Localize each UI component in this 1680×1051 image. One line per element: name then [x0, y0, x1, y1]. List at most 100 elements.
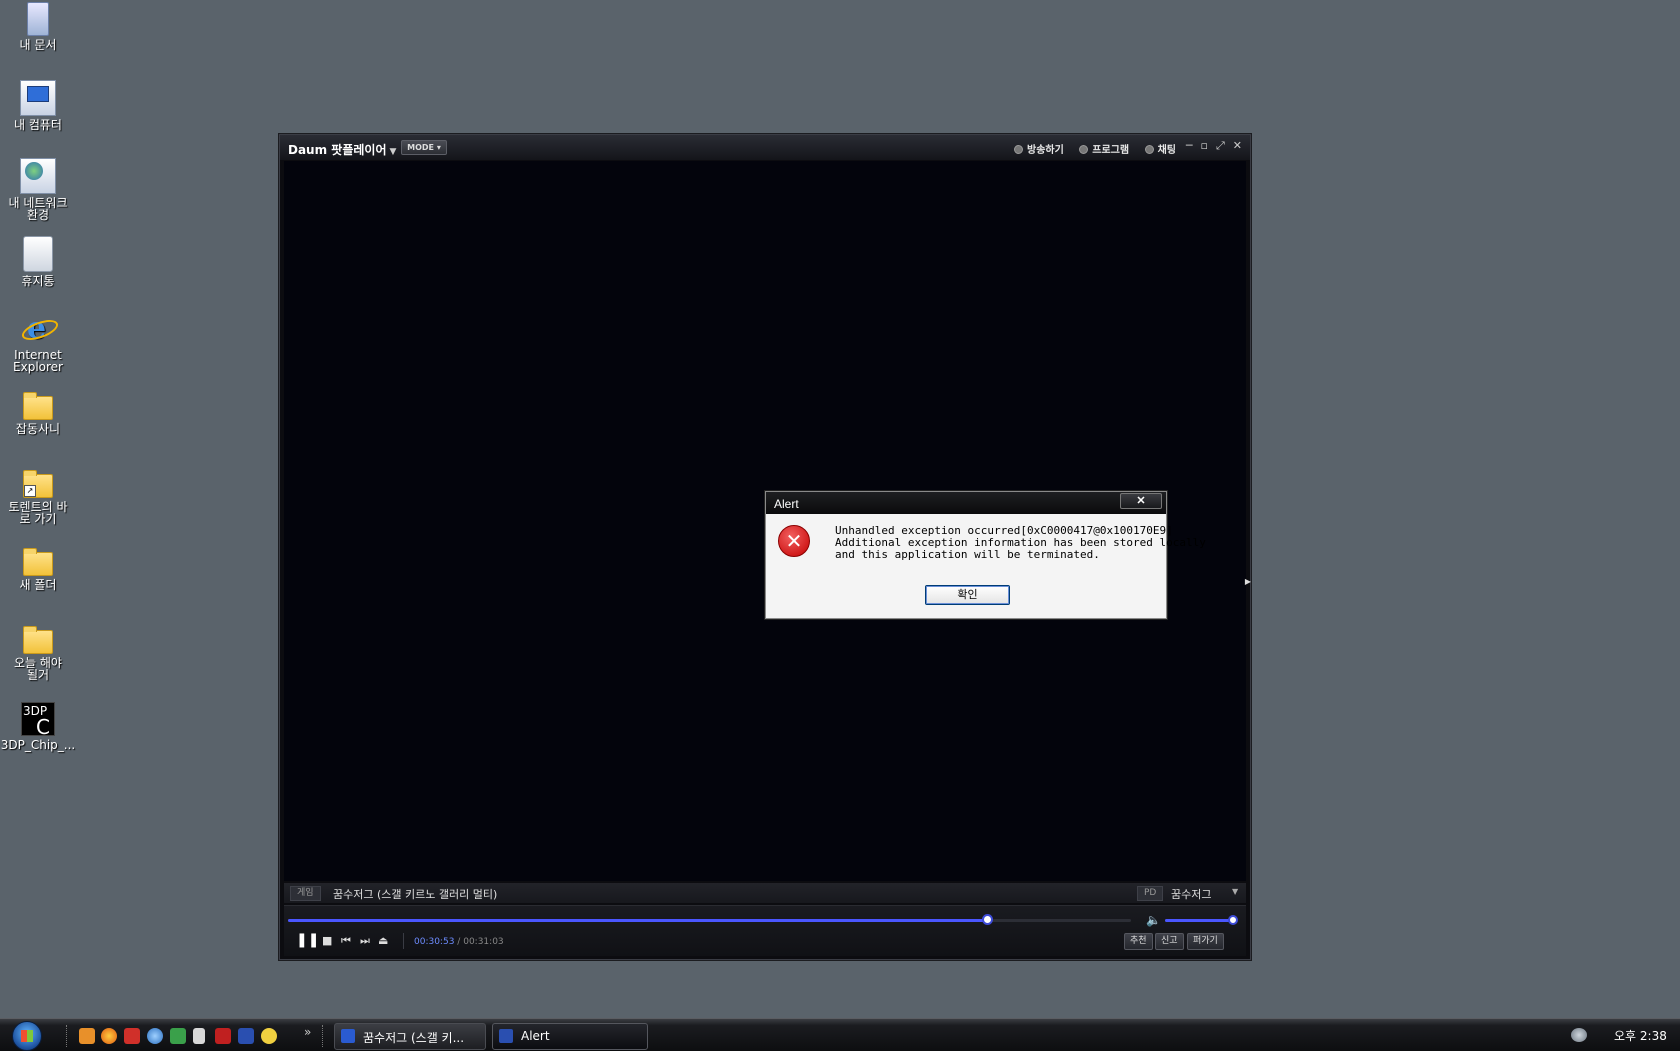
time-separator: /: [457, 937, 461, 947]
desktop-icon-folder-misc[interactable]: 잡동사니: [0, 390, 76, 435]
desktop-icon-label: 내 문서: [19, 38, 57, 52]
report-button[interactable]: 신고: [1155, 933, 1184, 950]
chevron-down-icon: ▾: [436, 143, 441, 152]
tray-icon[interactable]: [1571, 1028, 1587, 1042]
top-links: 방송하기 프로그램 채팅: [1002, 141, 1176, 156]
volume-slider[interactable]: [1165, 915, 1239, 925]
internet-explorer-icon[interactable]: [147, 1028, 163, 1044]
desktop-icon-my-documents[interactable]: 내 문서: [0, 2, 76, 51]
pd-name: 꿈수저그: [1171, 888, 1212, 901]
quicklaunch-app-icon[interactable]: [193, 1028, 205, 1044]
desktop-icon-todo-folder[interactable]: 오늘 해야 될거: [0, 624, 76, 681]
taskbar: » 꿈수저그 (스갤 키... Alert 오후 2:38: [0, 1018, 1680, 1051]
quicklaunch-app-icon[interactable]: [124, 1028, 140, 1044]
playback-controls: 🔈 ❚❚ ■ ⏮ ⏭ ⏏ 00:30:53 / 00:31:03 추천 신고 퍼…: [284, 905, 1246, 956]
error-icon: ✕: [778, 525, 810, 557]
side-panel-arrow-icon[interactable]: ▶: [1245, 577, 1251, 586]
recycle-bin-icon: [23, 236, 53, 272]
next-icon[interactable]: ⏭: [360, 934, 370, 948]
pot-player-icon: [341, 1029, 355, 1043]
desktop-icon-new-folder[interactable]: 새 폴더: [0, 546, 76, 591]
program-label: 프로그램: [1092, 145, 1130, 156]
chat-label: 채팅: [1157, 145, 1176, 156]
3dp-chip-icon: 3DP C: [21, 702, 55, 739]
clock[interactable]: 오후 2:38: [1614, 1027, 1667, 1044]
chat-link[interactable]: 채팅: [1144, 145, 1176, 156]
minimize-icon[interactable]: ─: [1186, 139, 1193, 152]
windows-logo-icon: [21, 1030, 33, 1042]
desktop-icon-label: 잡동사니: [15, 422, 61, 436]
alert-titlebar[interactable]: Alert ✕: [766, 492, 1166, 514]
ok-button[interactable]: 확인: [925, 585, 1010, 605]
stream-title: 꿈수저그 (스갤 키르노 갤러리 멀티): [333, 888, 498, 901]
stop-icon[interactable]: ■: [322, 934, 332, 947]
maximize-icon[interactable]: ▫: [1201, 139, 1208, 152]
quicklaunch-app-icon[interactable]: [215, 1028, 231, 1044]
time-display: 00:30:53 / 00:31:03: [414, 937, 504, 947]
previous-icon[interactable]: ⏮: [341, 934, 351, 948]
fullscreen-icon[interactable]: ⤢: [1216, 139, 1225, 152]
volume-handle[interactable]: [1228, 915, 1239, 925]
messenger-icon[interactable]: [261, 1028, 277, 1044]
close-icon[interactable]: ✕: [1233, 139, 1242, 152]
mode-button[interactable]: MODE ▾: [401, 140, 447, 155]
taskbar-grip[interactable]: [322, 1025, 326, 1047]
quicklaunch-more-icon[interactable]: »: [304, 1025, 311, 1039]
stream-info-bar: 게임 꿈수저그 (스갤 키르노 갤러리 멀티) PD 꿈수저그 ▼: [284, 883, 1246, 903]
seek-handle[interactable]: [981, 914, 993, 925]
close-icon[interactable]: ✕: [1120, 493, 1162, 509]
window-controls: ─ ▫ ⤢ ✕: [1178, 139, 1242, 153]
internet-explorer-icon: e: [21, 312, 55, 346]
current-time: 00:30:53: [414, 937, 455, 947]
folder-icon: [23, 392, 53, 420]
taskbar-item-label: Alert: [521, 1029, 550, 1043]
desktop-icon-my-network[interactable]: 내 네트워크 환경: [0, 158, 76, 221]
desktop-icon-label: 휴지통: [21, 274, 55, 288]
radio-dot-icon: [1079, 145, 1089, 154]
taskbar-grip[interactable]: [66, 1025, 70, 1047]
my-network-icon: [20, 158, 56, 194]
start-button[interactable]: [12, 1021, 42, 1051]
taskbar-item-label: 꿈수저그 (스갤 키...: [363, 1031, 465, 1045]
desktop-icon-label: 내 컴퓨터: [14, 118, 62, 132]
desktop-icon-label: Internet Explorer: [13, 348, 63, 374]
alert-message: Unhandled exception occurred[0xC0000417@…: [835, 525, 1206, 561]
radio-dot-icon: [1014, 145, 1023, 154]
desktop-icon-my-computer[interactable]: 내 컴퓨터: [0, 80, 76, 131]
desktop-icon-internet-explorer[interactable]: e Internet Explorer: [0, 312, 76, 374]
desktop-icon-recycle-bin[interactable]: 휴지통: [0, 236, 76, 287]
taskbar-item-alert[interactable]: Alert: [492, 1023, 648, 1050]
seek-bar[interactable]: [288, 914, 1131, 925]
volume-icon[interactable]: 🔈: [1146, 913, 1161, 927]
alert-message-line: and this application will be terminated.: [835, 548, 1100, 561]
pd-tag: PD: [1137, 886, 1164, 901]
desktop-icon-label: 오늘 해야 될거: [14, 656, 62, 682]
quicklaunch-app-icon[interactable]: [79, 1028, 95, 1044]
pause-icon[interactable]: ❚❚: [296, 932, 319, 948]
folder-icon: [23, 548, 53, 576]
app-menu-button[interactable]: Daum 팟플레이어 ▼: [288, 141, 396, 158]
total-time: 00:31:03: [463, 937, 504, 947]
quicklaunch-app-icon[interactable]: [170, 1028, 186, 1044]
volume-fill: [1165, 919, 1234, 922]
program-link[interactable]: 프로그램: [1079, 145, 1129, 156]
taskbar-item-player[interactable]: 꿈수저그 (스갤 키...: [334, 1023, 486, 1050]
firefox-icon[interactable]: [101, 1028, 117, 1044]
eject-icon[interactable]: ⏏: [378, 934, 388, 947]
player-titlebar[interactable]: Daum 팟플레이어 ▼ MODE ▾ 방송하기 프로그램 채팅 ─ ▫ ⤢ ✕: [280, 135, 1250, 160]
desktop-icon-3dp-chip[interactable]: 3DP C 3DP_Chip_...: [0, 702, 76, 751]
seek-bar-fill: [288, 919, 988, 922]
my-computer-icon: [20, 80, 56, 116]
broadcast-link[interactable]: 방송하기: [1014, 145, 1064, 156]
recommend-button[interactable]: 추천: [1124, 933, 1153, 950]
live-icon[interactable]: [238, 1028, 254, 1044]
share-button[interactable]: 퍼가기: [1187, 933, 1224, 950]
chevron-down-icon[interactable]: ▼: [1232, 887, 1238, 896]
desktop-icon-torrent-shortcut[interactable]: ↗ 토렌트의 바로 가기: [0, 468, 76, 525]
broadcast-label: 방송하기: [1027, 145, 1064, 156]
alert-dialog: Alert ✕ ✕ Unhandled exception occurred[0…: [765, 491, 1206, 619]
desktop-icon-label: 토렌트의 바로 가기: [8, 500, 68, 526]
3dp-glyph-bottom: C: [36, 715, 50, 739]
folder-icon: [23, 626, 53, 654]
chevron-down-icon: ▼: [389, 147, 397, 157]
